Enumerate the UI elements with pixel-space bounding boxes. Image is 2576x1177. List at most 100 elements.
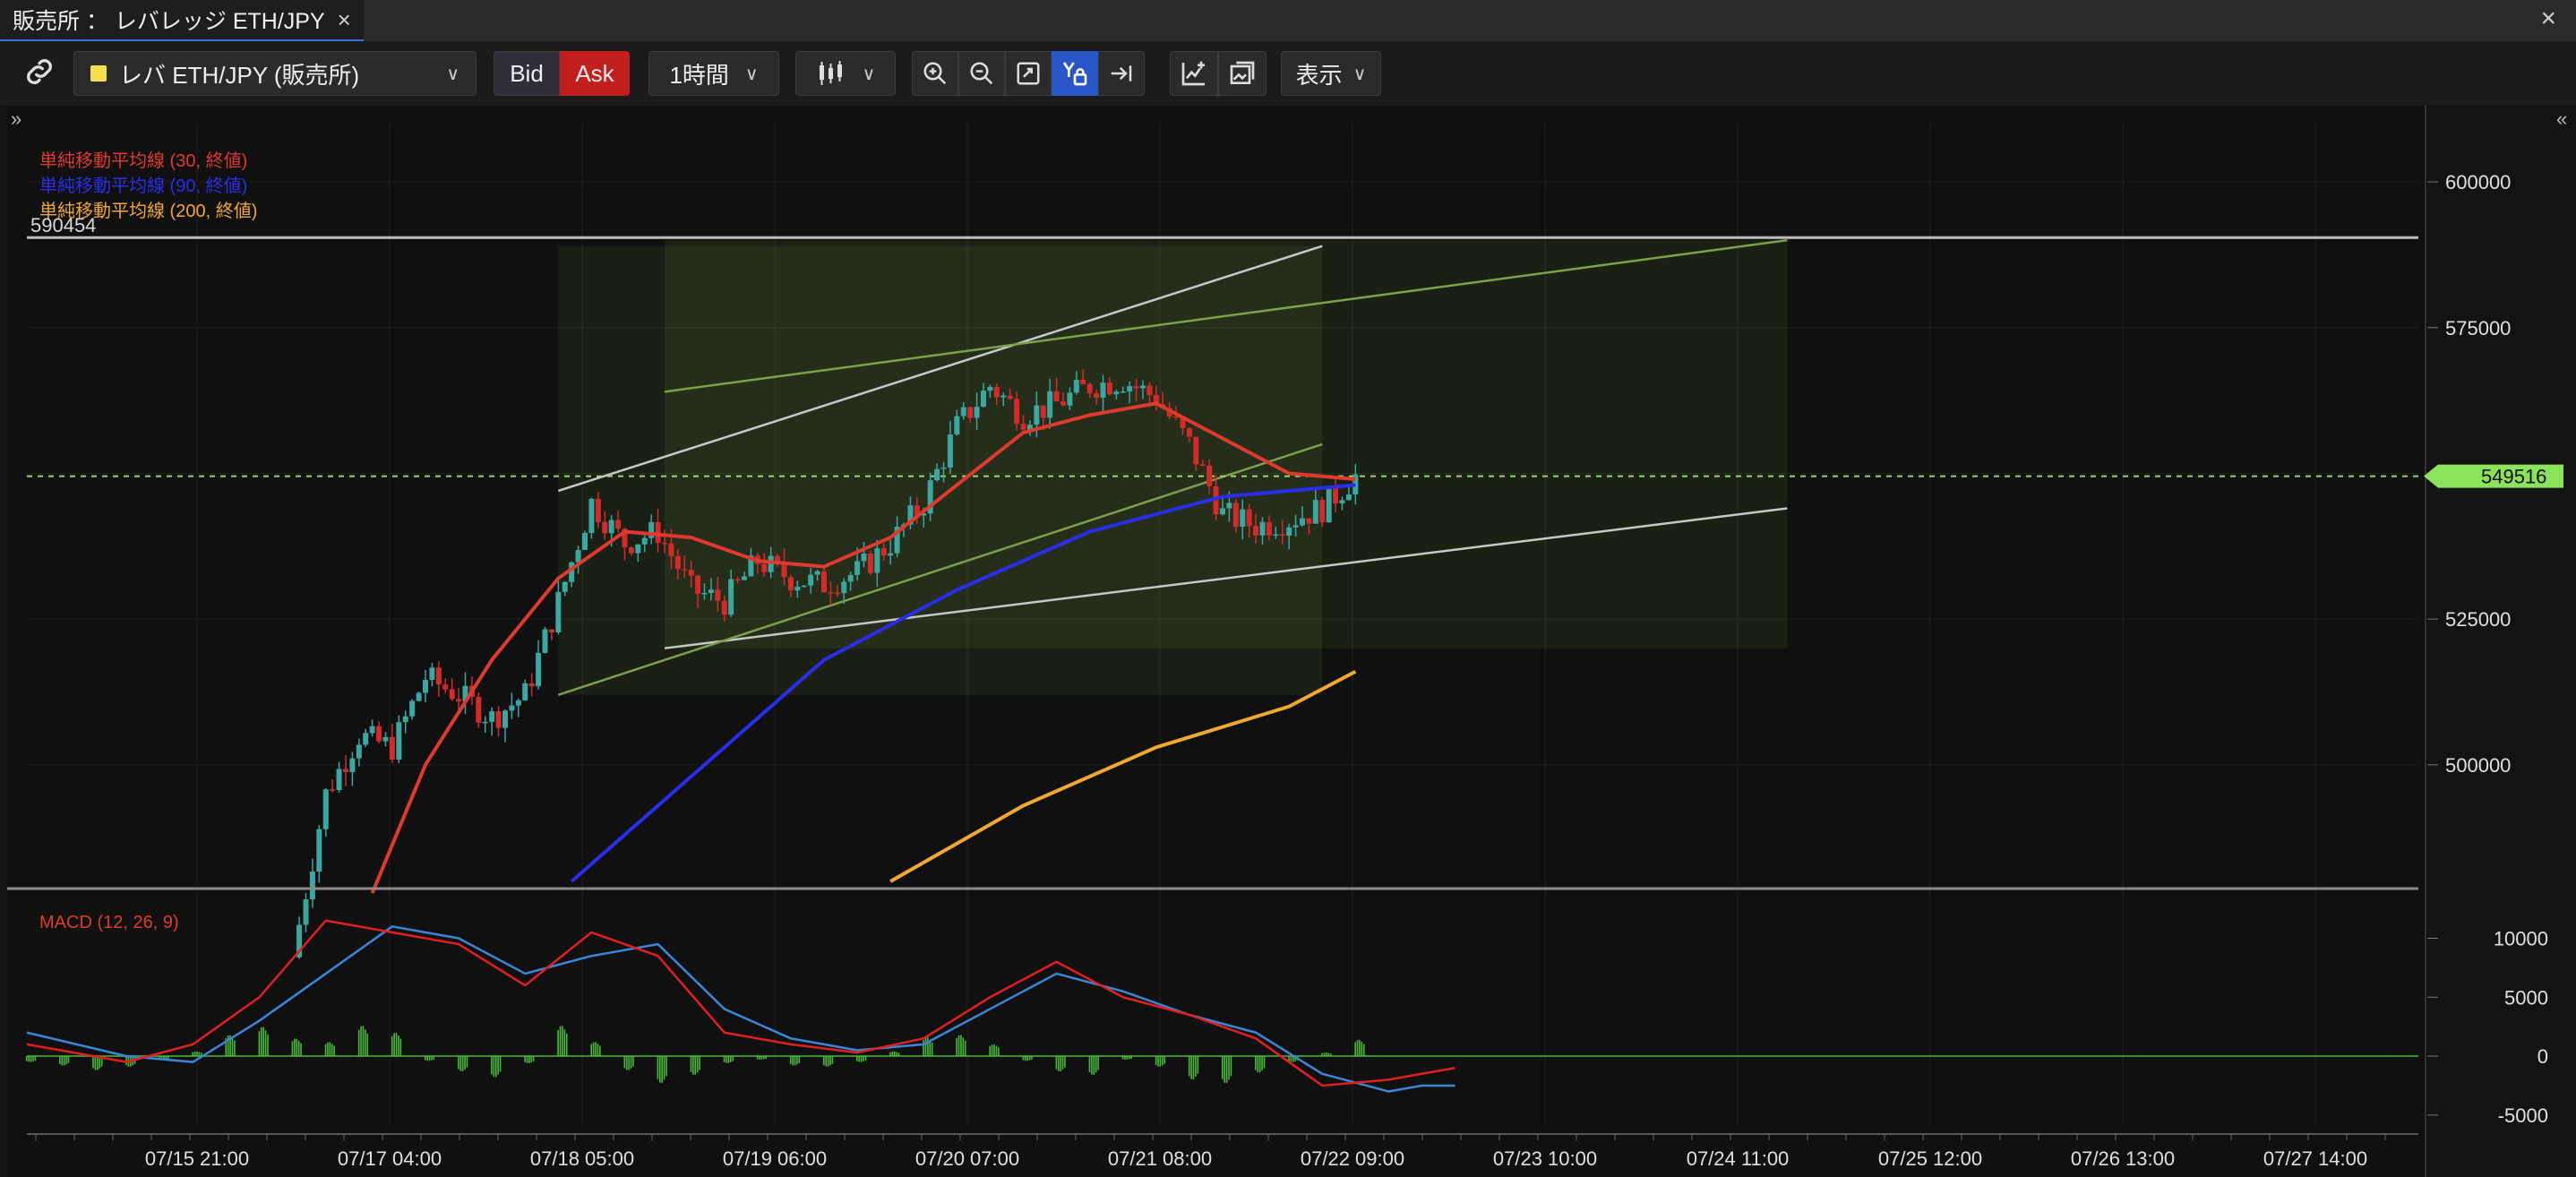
candlestick-icon [819, 61, 842, 85]
macd-histogram-bar [192, 1052, 194, 1057]
macd-histogram-bar [630, 1056, 632, 1069]
macd-histogram-bar [1326, 1052, 1327, 1057]
symbol-select[interactable]: レバ ETH/JPY (販売所) ∨ [73, 51, 477, 96]
macd-histogram-bar [260, 1027, 262, 1057]
macd-histogram-bar [827, 1056, 829, 1067]
macd-histogram-bar [995, 1045, 998, 1057]
interval-label: 1時間 [669, 61, 729, 89]
candle-body [628, 547, 634, 554]
macd-histogram-bar [1128, 1056, 1130, 1060]
macd-histogram-bar [1230, 1056, 1232, 1077]
candle-body [376, 726, 382, 742]
screenshot-button[interactable] [1218, 51, 1267, 96]
macd-histogram-bar [399, 1038, 402, 1057]
macd-histogram-bar [528, 1056, 530, 1063]
view-menu-button[interactable]: 表示 ∨ [1281, 51, 1381, 96]
candle-body [801, 585, 807, 588]
macd-histogram-bar [1057, 1056, 1060, 1071]
macd-histogram-bar [1022, 1056, 1025, 1061]
candle-body [1014, 399, 1020, 425]
last-price-label: 549516 [2481, 466, 2546, 488]
macd-histogram-bar [931, 1042, 933, 1057]
candle-body [476, 697, 482, 723]
macd-histogram-bar [1163, 1056, 1166, 1064]
macd-histogram-bar [395, 1033, 398, 1057]
candle-body [336, 769, 342, 790]
macd-histogram-bar [565, 1033, 568, 1057]
title-bar: 販売所 ： レバレッジ ETH/JPY × × [0, 0, 2576, 43]
zoom-in-button[interactable] [912, 51, 958, 96]
macd-histogram-bar [300, 1043, 302, 1057]
macd-histogram-bar [863, 1056, 864, 1061]
window-close-icon[interactable]: × [2540, 4, 2556, 34]
macd-histogram-bar [1263, 1056, 1266, 1069]
candle-body [343, 769, 348, 772]
macd-histogram-bar [1224, 1056, 1225, 1083]
macd-histogram-bar [1195, 1056, 1197, 1077]
macd-histogram-bar [324, 1044, 327, 1057]
candle-body [356, 744, 362, 759]
bid-button[interactable]: Bid [494, 51, 560, 96]
macd-histogram-bar [294, 1038, 296, 1057]
scroll-latest-button[interactable] [1098, 51, 1145, 96]
chart-area[interactable]: » « 590454単純移動平均線 (30, 終値)単純移動平均線 (90, 終… [0, 106, 2576, 1177]
add-indicator-button[interactable] [1170, 51, 1218, 96]
macd-histogram-bar [960, 1035, 962, 1057]
macd-histogram-bar [297, 1040, 300, 1057]
candle-body [768, 555, 774, 572]
macd-histogram-bar [466, 1056, 468, 1068]
macd-histogram-bar [234, 1040, 236, 1057]
left-panel-expand-icon[interactable]: » [11, 107, 21, 130]
tab-close-icon[interactable]: × [338, 6, 351, 34]
fit-screen-button[interactable] [1005, 51, 1052, 96]
macd-histogram-bar [532, 1056, 535, 1061]
price-axis-tick-label: 525000 [2445, 608, 2511, 631]
candle-body [821, 571, 827, 593]
macd-histogram-bar [26, 1056, 28, 1061]
macd-histogram-bar [1155, 1056, 1157, 1066]
candle-body [1226, 503, 1232, 509]
macd-histogram-bar [663, 1056, 665, 1080]
macd-histogram-bar [258, 1031, 261, 1057]
candle-body [974, 407, 980, 418]
candle-body [668, 543, 674, 556]
time-axis-tick-label: 07/23 10:00 [1493, 1147, 1597, 1170]
candle-body [1127, 386, 1133, 391]
candle-body [834, 592, 840, 595]
right-panel-expand-icon[interactable]: « [2556, 107, 2567, 130]
macd-histogram-bar [956, 1037, 957, 1057]
time-axis-tick-label: 07/17 04:00 [338, 1147, 442, 1170]
macd-histogram-bar [327, 1042, 329, 1057]
macd-histogram-bar [262, 1027, 264, 1057]
macd-histogram-bar [792, 1056, 794, 1066]
tab-leverage-eth-jpy[interactable]: 販売所 ： レバレッジ ETH/JPY × [0, 0, 364, 43]
ask-button[interactable]: Ask [560, 51, 630, 96]
zoom-out-button[interactable] [958, 51, 1005, 96]
candle-body [515, 700, 521, 706]
candle-body [1300, 518, 1305, 526]
chart-type-select[interactable]: ∨ [795, 51, 896, 96]
tab-title: 販売所 ： レバレッジ ETH/JPY [13, 9, 325, 34]
macd-histogram-bar [366, 1033, 369, 1057]
candle-body [369, 726, 375, 734]
interval-select[interactable]: 1時間 ∨ [648, 51, 779, 96]
candle-body [1133, 386, 1139, 389]
candle-body [734, 579, 741, 581]
candle-body [482, 721, 488, 724]
candle-body [1040, 405, 1046, 418]
macd-histogram-bar [428, 1056, 431, 1061]
candle-body [382, 736, 389, 742]
candle-body [787, 577, 794, 591]
candle-body [1020, 424, 1026, 430]
macd-histogram-bar [831, 1056, 834, 1064]
link-icon[interactable] [18, 50, 61, 93]
macd-histogram-bar [431, 1056, 433, 1061]
macd-histogram-bar [461, 1056, 464, 1071]
candle-body [449, 689, 455, 700]
candle-body [509, 705, 515, 711]
macd-histogram-bar [1091, 1056, 1093, 1075]
y-lock-button[interactable] [1052, 51, 1098, 96]
candle-body [316, 829, 322, 872]
macd-histogram-bar [599, 1045, 601, 1057]
macd-histogram-bar [729, 1056, 732, 1062]
